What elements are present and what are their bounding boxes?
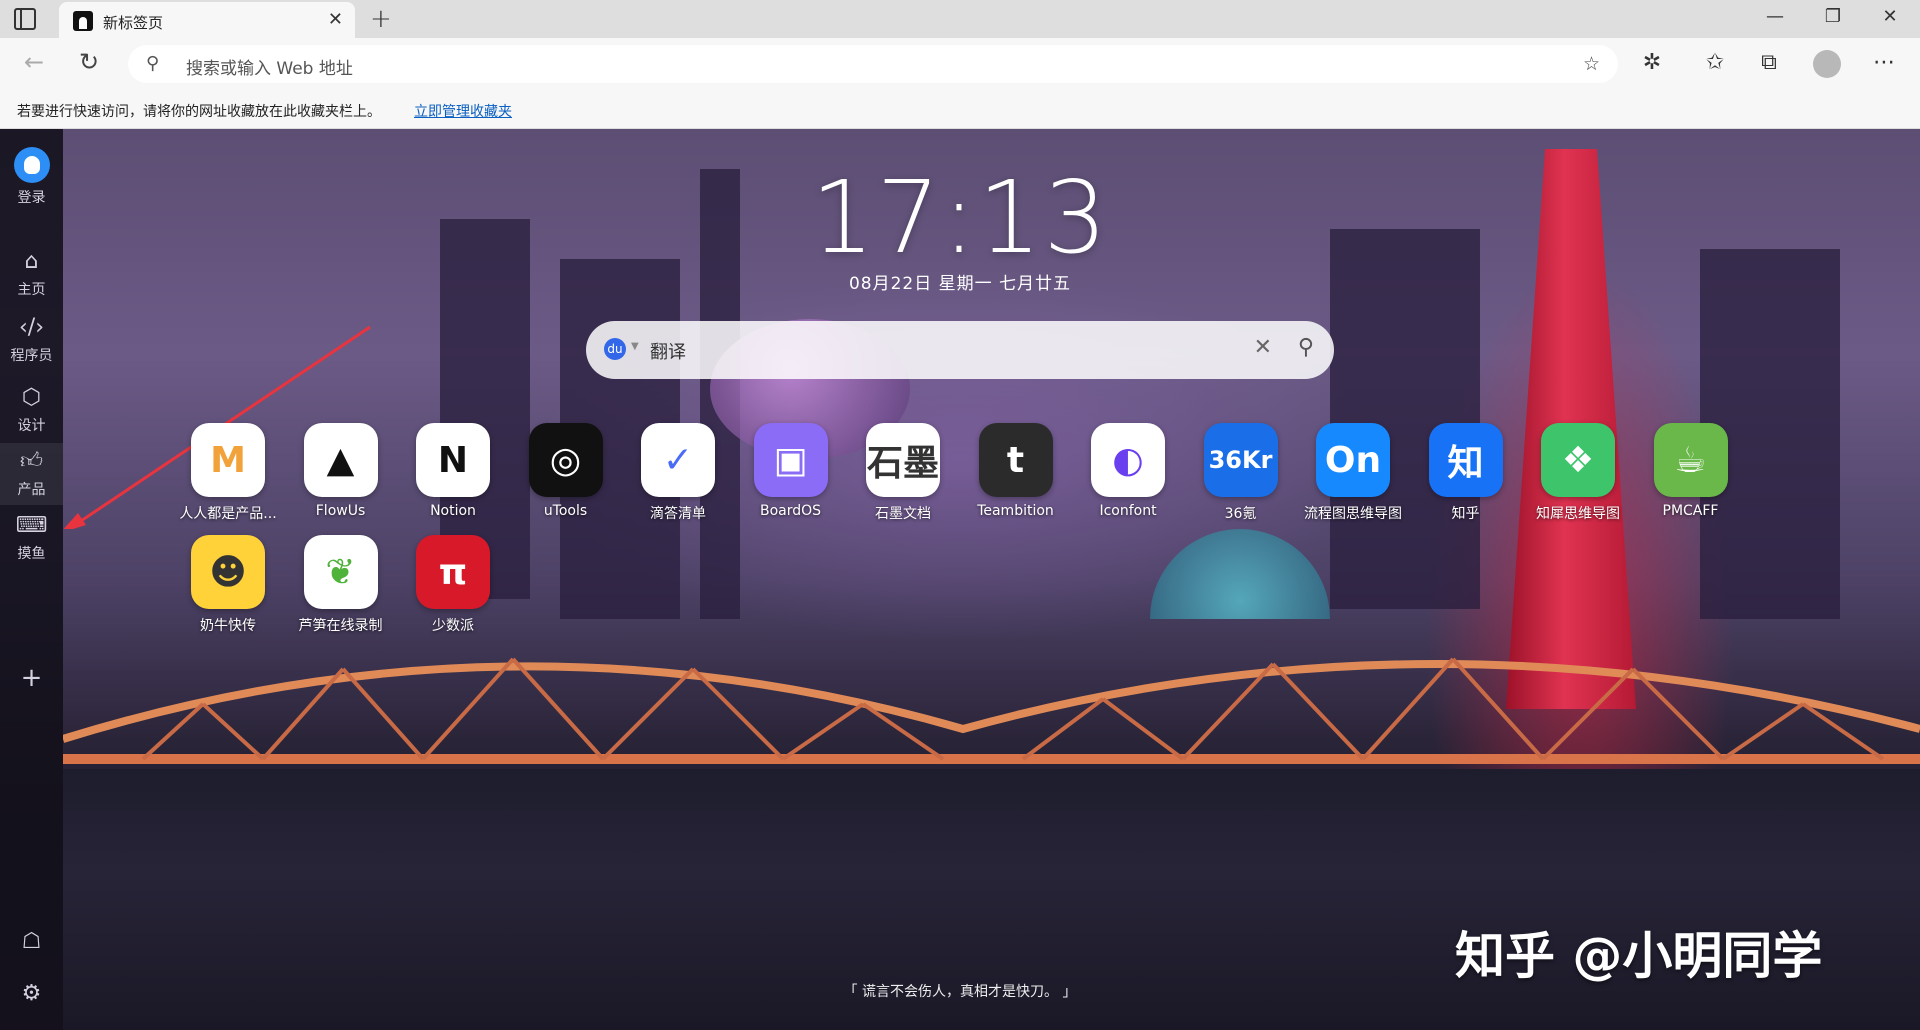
extensions-icon[interactable]: ✲	[1636, 50, 1668, 75]
close-tab-icon[interactable]: ✕	[328, 9, 343, 30]
shortcut-tile[interactable]: ❦ 芦笋在线录制	[285, 535, 397, 635]
shortcut-label: 人人都是产品...	[179, 506, 277, 522]
shortcut-tile[interactable]: ❖ 知犀思维导图	[1522, 423, 1634, 523]
shortcut-tile[interactable]: 36Kr 36氪	[1185, 423, 1297, 523]
baidu-icon[interactable]: du	[604, 338, 626, 360]
tab-new-tab[interactable]: 新标签页 ✕	[59, 2, 355, 38]
shortcut-tile[interactable]: N Notion	[397, 423, 509, 519]
address-bar[interactable]: ⚲ 搜索或输入 Web 地址 ☆	[128, 45, 1618, 83]
shortcut-icon: π	[416, 535, 490, 609]
shortcut-label: Teambition	[977, 503, 1054, 519]
shortcut-icon: ▣	[753, 423, 828, 497]
shortcut-label: BoardOS	[759, 503, 822, 519]
clock-date: 08月22日 星期一 七月廿五	[848, 274, 1072, 294]
shortcut-tile[interactable]: 石墨 石墨文档	[847, 423, 959, 523]
manage-favorites-link[interactable]: 立即管理收藏夹	[414, 101, 512, 121]
shortcut-icon: ◎	[528, 423, 603, 497]
plus-icon: +	[20, 663, 43, 693]
shortcut-icon: ❖	[1541, 423, 1615, 497]
add-favorite-icon[interactable]: ☆	[1583, 53, 1600, 75]
sidebar-widget-button[interactable]: ☖	[0, 929, 63, 955]
shortcut-tile[interactable]: ▲ FlowUs	[285, 423, 397, 519]
shortcut-label: uTools	[543, 503, 588, 519]
search-box[interactable]: du ▼ 翻译 ✕ ⚲	[586, 321, 1334, 379]
shortcut-icon: ▲	[303, 423, 378, 497]
shortcut-icon: ☻	[191, 535, 265, 609]
search-icon: ⚲	[146, 53, 160, 74]
back-icon[interactable]: ←	[18, 48, 50, 76]
shortcut-label: 滴答清单	[650, 506, 706, 522]
favorites-bar: 若要进行快速访问，请将你的网址收藏放在此收藏夹栏上。 立即管理收藏夹	[0, 90, 1920, 129]
shortcut-label: 石墨文档	[875, 506, 931, 522]
favorites-icon[interactable]: ✩	[1699, 50, 1731, 75]
refresh-icon[interactable]: ↻	[73, 48, 105, 76]
shortcut-icon: 石墨	[866, 423, 940, 497]
shortcut-tile[interactable]: ☻ 奶牛快传	[172, 535, 284, 635]
title-bar: 新标签页 ✕ + — ❐ ✕	[0, 0, 1920, 38]
shortcut-icon: 36Kr	[1203, 423, 1278, 497]
favorites-hint: 若要进行快速访问，请将你的网址收藏放在此收藏夹栏上。	[17, 104, 381, 120]
shortcut-tile[interactable]: On 流程图思维导图	[1297, 423, 1409, 523]
address-placeholder: 搜索或输入 Web 地址	[186, 59, 353, 79]
search-input[interactable]: 翻译	[650, 338, 686, 364]
shortcut-icon: ☕	[1653, 423, 1728, 497]
shortcut-label: 奶牛快传	[200, 618, 256, 634]
shortcut-icon: N	[416, 423, 490, 497]
shortcut-label: 知犀思维导图	[1536, 506, 1620, 522]
close-window-icon[interactable]: ✕	[1875, 6, 1905, 27]
more-menu-icon[interactable]: ⋯	[1868, 50, 1900, 75]
tab-favicon-icon	[73, 11, 93, 31]
shortcut-label: FlowUs	[315, 503, 366, 519]
shortcut-label: Iconfont	[1099, 503, 1157, 519]
profile-avatar[interactable]	[1813, 50, 1841, 78]
shortcut-icon: M	[191, 423, 265, 497]
shortcut-icon: ❦	[303, 535, 378, 609]
watermark: 知乎 @小明同学	[1455, 927, 1823, 985]
sidebar-add-button[interactable]: +	[0, 665, 63, 691]
clear-search-icon[interactable]: ✕	[1254, 335, 1272, 360]
shortcut-label: 流程图思维导图	[1304, 506, 1402, 522]
shortcut-label: 芦笋在线录制	[298, 618, 383, 634]
new-tab-button[interactable]: +	[370, 4, 392, 34]
shortcut-label: 36氪	[1224, 506, 1257, 522]
new-tab-page: 登录 ⌂ 主页 ‹/› 程序员 ⬡ 设计 👍︎ 产品 ⌨ 摸鱼 + ☖ ⚙ 17…	[0, 129, 1920, 1030]
shortcut-tile[interactable]: π 少数派	[397, 535, 509, 635]
shortcut-label: 知乎	[1451, 506, 1480, 522]
robot-icon: ☖	[21, 929, 42, 954]
shortcut-tile[interactable]: ◎ uTools	[510, 423, 622, 519]
sidebar-item-label: 摸鱼	[17, 546, 46, 562]
tab-actions-icon[interactable]	[14, 8, 36, 30]
shortcut-label: Notion	[430, 503, 476, 519]
shortcut-tile[interactable]: 知知乎	[1410, 423, 1522, 523]
shortcut-icon: 知	[1428, 423, 1503, 497]
shortcut-icon: ✓	[641, 423, 715, 497]
shortcut-icon: On	[1316, 423, 1390, 497]
shortcut-icon: t	[978, 423, 1053, 497]
shortcut-tile[interactable]: ◐ Iconfont	[1072, 423, 1184, 519]
engine-dropdown-icon[interactable]: ▼	[631, 341, 639, 352]
clock-time: 17:13	[810, 159, 1110, 276]
shortcut-tile[interactable]: ☕ PMCAFF	[1635, 423, 1747, 519]
shortcut-tile[interactable]: M 人人都是产品...	[172, 423, 284, 523]
glass-dome	[1150, 529, 1330, 619]
shortcut-tile[interactable]: ▣ BoardOS	[735, 423, 847, 519]
shortcut-icon: ◐	[1091, 423, 1165, 497]
tab-title: 新标签页	[103, 14, 164, 32]
shortcut-label: 少数派	[432, 618, 474, 634]
minimize-icon[interactable]: —	[1760, 6, 1790, 27]
shortcut-tile[interactable]: t Teambition	[960, 423, 1072, 519]
shortcut-tile[interactable]: ✓ 滴答清单	[622, 423, 734, 523]
collections-icon[interactable]: ⧉	[1753, 50, 1785, 75]
search-submit-icon[interactable]: ⚲	[1298, 335, 1314, 360]
restore-icon[interactable]: ❐	[1818, 6, 1848, 27]
toolbar: ← ↻ ⚲ 搜索或输入 Web 地址 ☆ ✲ ✩ ⧉ ⋯	[0, 38, 1920, 90]
shortcut-label: PMCAFF	[1662, 503, 1719, 519]
